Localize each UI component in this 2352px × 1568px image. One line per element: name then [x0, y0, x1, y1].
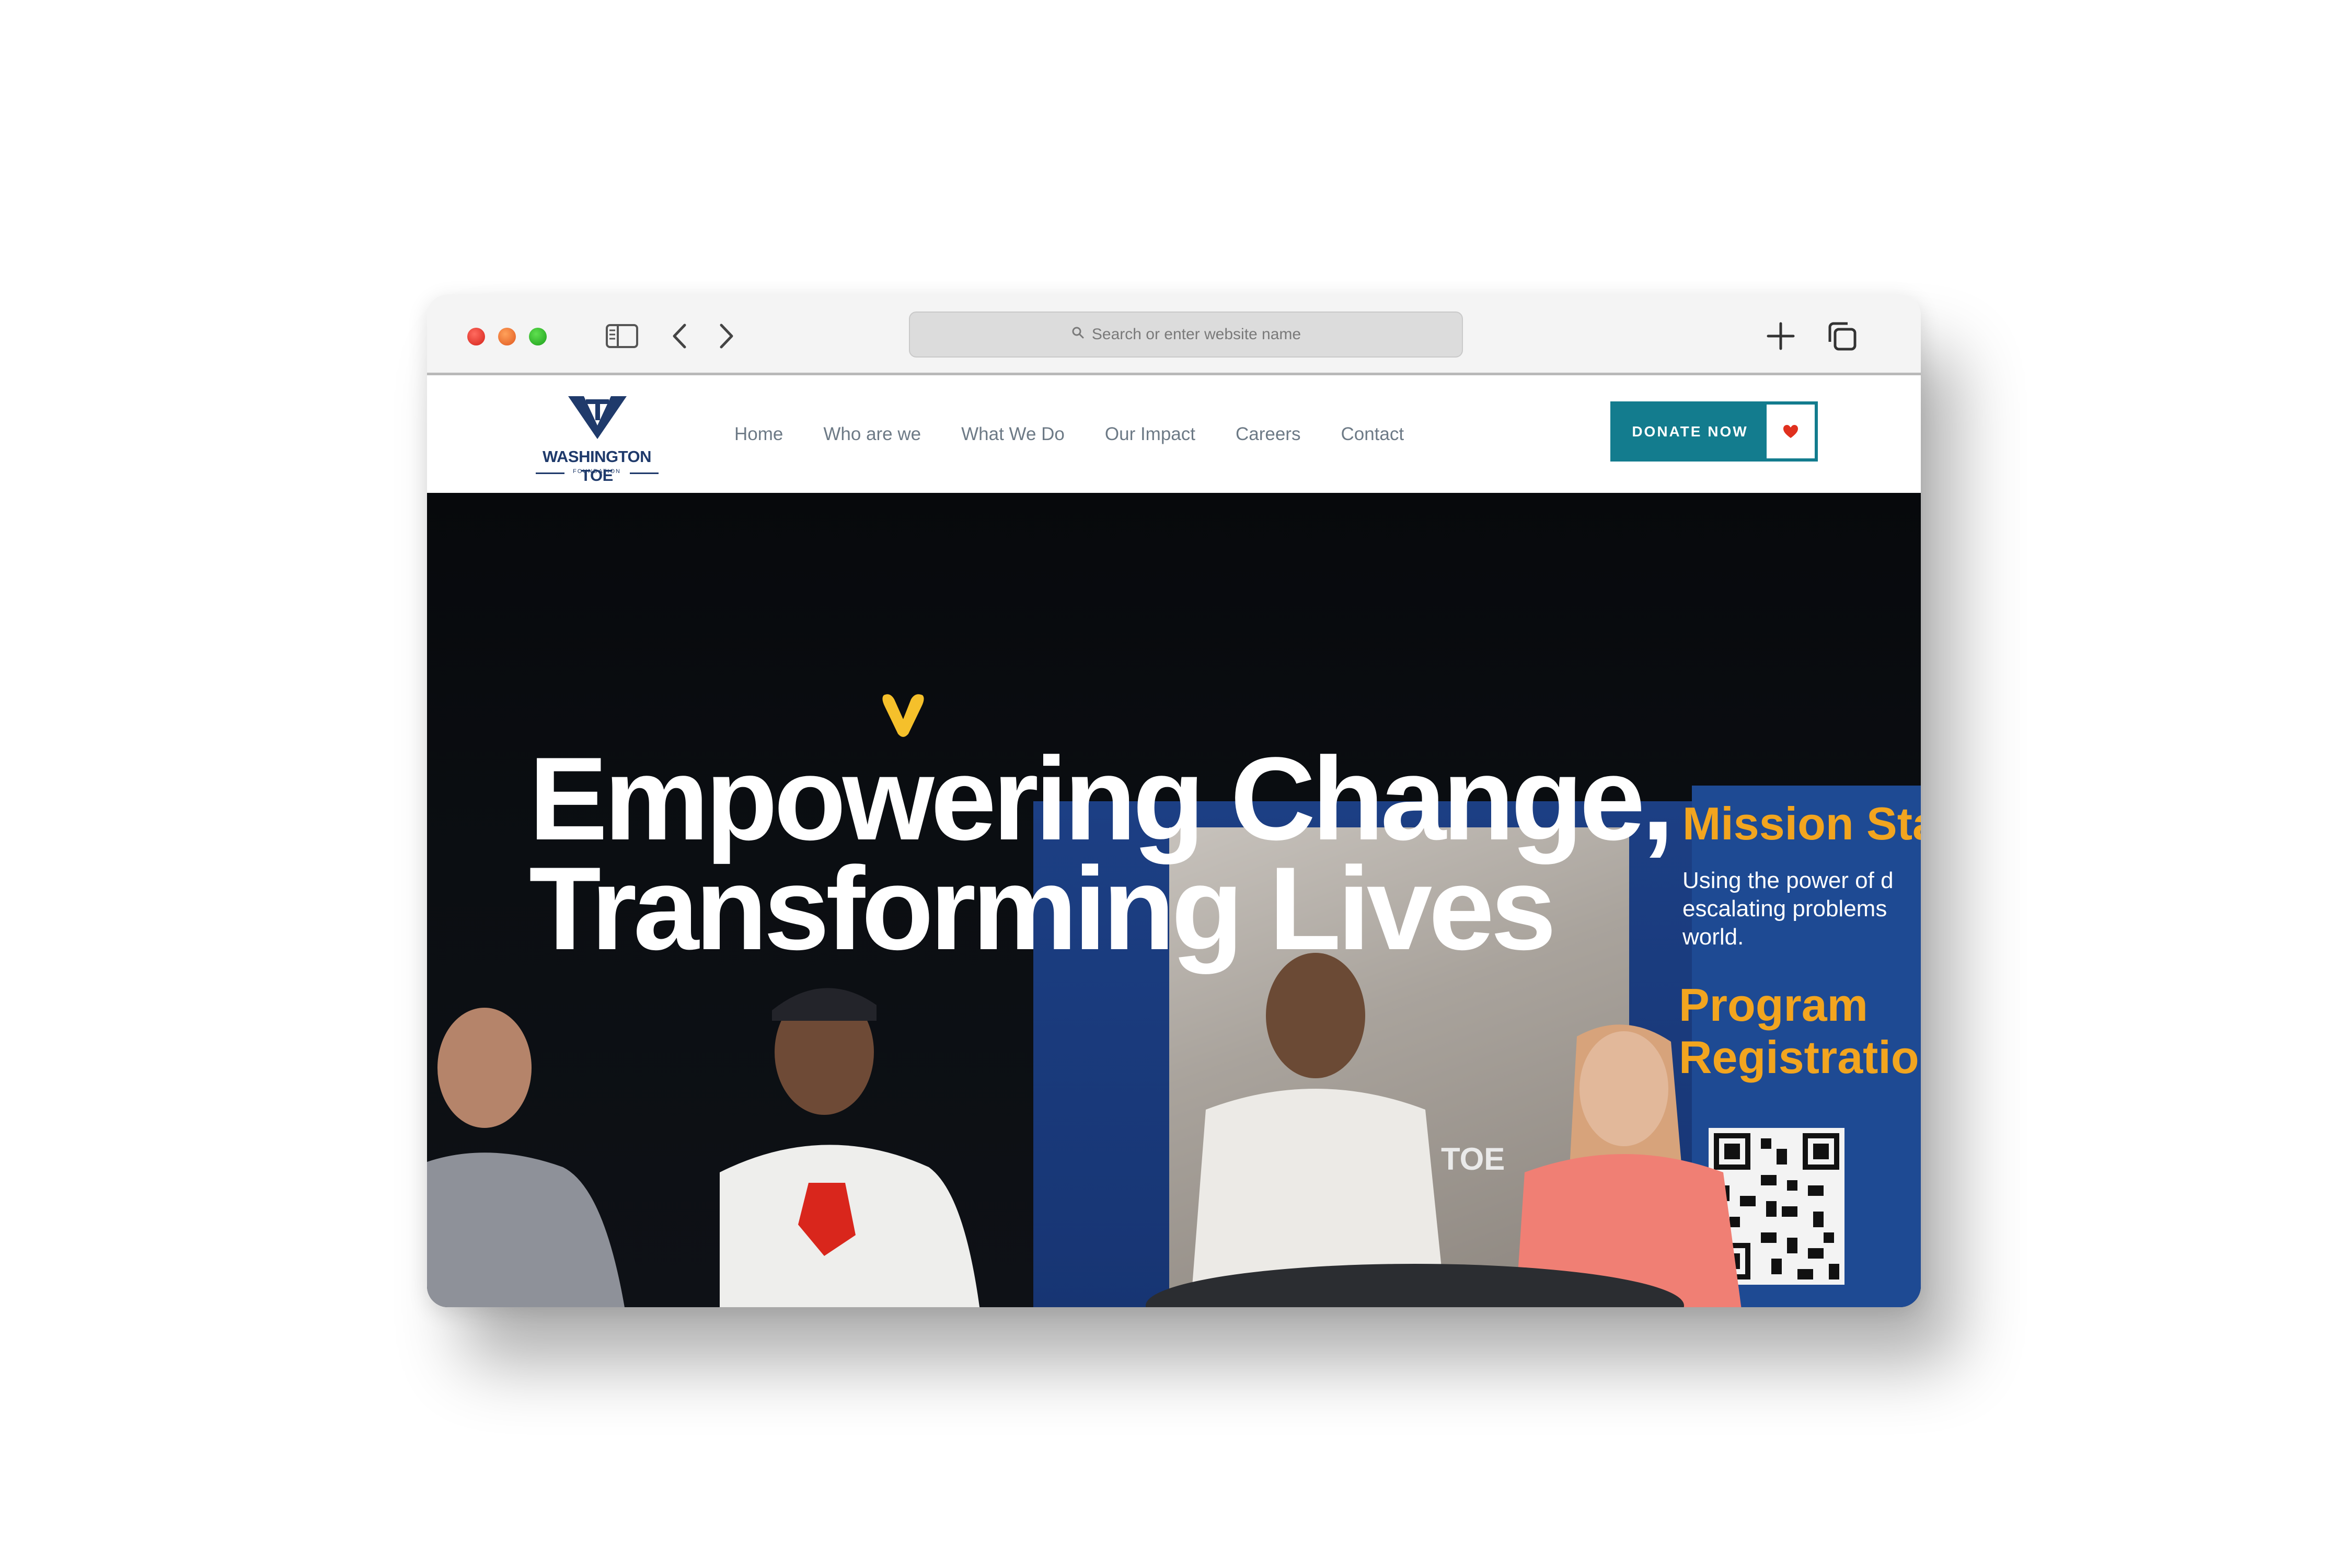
nav-home[interactable]: Home	[734, 424, 783, 445]
sidebar-icon[interactable]	[604, 315, 640, 357]
hero-title-line-2: Transforming Lives	[529, 842, 1557, 974]
person-left	[427, 1008, 625, 1307]
browser-window: Search or enter website name WASHINGTON …	[427, 294, 1921, 1307]
nav-careers[interactable]: Careers	[1236, 424, 1300, 445]
person-cap	[720, 988, 980, 1307]
forward-icon[interactable]	[716, 315, 737, 357]
nav-what-we-do[interactable]: What We Do	[961, 424, 1065, 445]
minimize-window-button[interactable]	[498, 328, 516, 345]
back-icon[interactable]	[669, 315, 690, 357]
logo-mark-icon	[568, 396, 627, 439]
site-logo[interactable]: WASHINGTON TOE FOUNDATION	[526, 396, 667, 485]
banner-mission-title: Mission Sta	[1682, 798, 1921, 849]
banner-mission-line: world.	[1682, 924, 1744, 950]
logo-divider-right	[630, 472, 659, 474]
address-placeholder: Search or enter website name	[1091, 326, 1301, 343]
logo-text: WASHINGTON TOE	[543, 447, 652, 485]
site-header: WASHINGTON TOE FOUNDATION Home Who are w…	[427, 375, 1921, 493]
address-bar[interactable]: Search or enter website name	[909, 312, 1463, 358]
person-standing	[1190, 953, 1446, 1307]
nav-who-are-we[interactable]: Who are we	[823, 424, 921, 445]
hero-section: Mission Sta Using the power of d escalat…	[427, 493, 1921, 1307]
banner-mission-text: Using the power of d escalating problems…	[1682, 867, 1894, 951]
nav-contact[interactable]: Contact	[1341, 424, 1404, 445]
new-tab-icon[interactable]	[1762, 315, 1799, 357]
main-nav: Home Who are we What We Do Our Impact Ca…	[734, 375, 1444, 493]
person-right	[1515, 1024, 1742, 1307]
donate-label: DONATE NOW	[1632, 423, 1748, 440]
hero-title-line-1: Empowering Change,	[529, 732, 1674, 864]
tabs-overview-icon[interactable]	[1824, 315, 1860, 357]
banner-mission-line: Using the power of d	[1682, 868, 1894, 893]
browser-toolbar: Search or enter website name	[427, 294, 1921, 375]
banner-mission-line: escalating problems	[1682, 896, 1887, 921]
search-icon	[1071, 326, 1085, 343]
hero-title: Empowering Change, Transforming Lives	[529, 732, 1674, 974]
close-window-button[interactable]	[467, 328, 485, 345]
zoom-window-button[interactable]	[529, 328, 547, 345]
heart-icon	[1767, 405, 1815, 458]
donate-now-button[interactable]: DONATE NOW	[1610, 401, 1818, 462]
nav-our-impact[interactable]: Our Impact	[1105, 424, 1195, 445]
